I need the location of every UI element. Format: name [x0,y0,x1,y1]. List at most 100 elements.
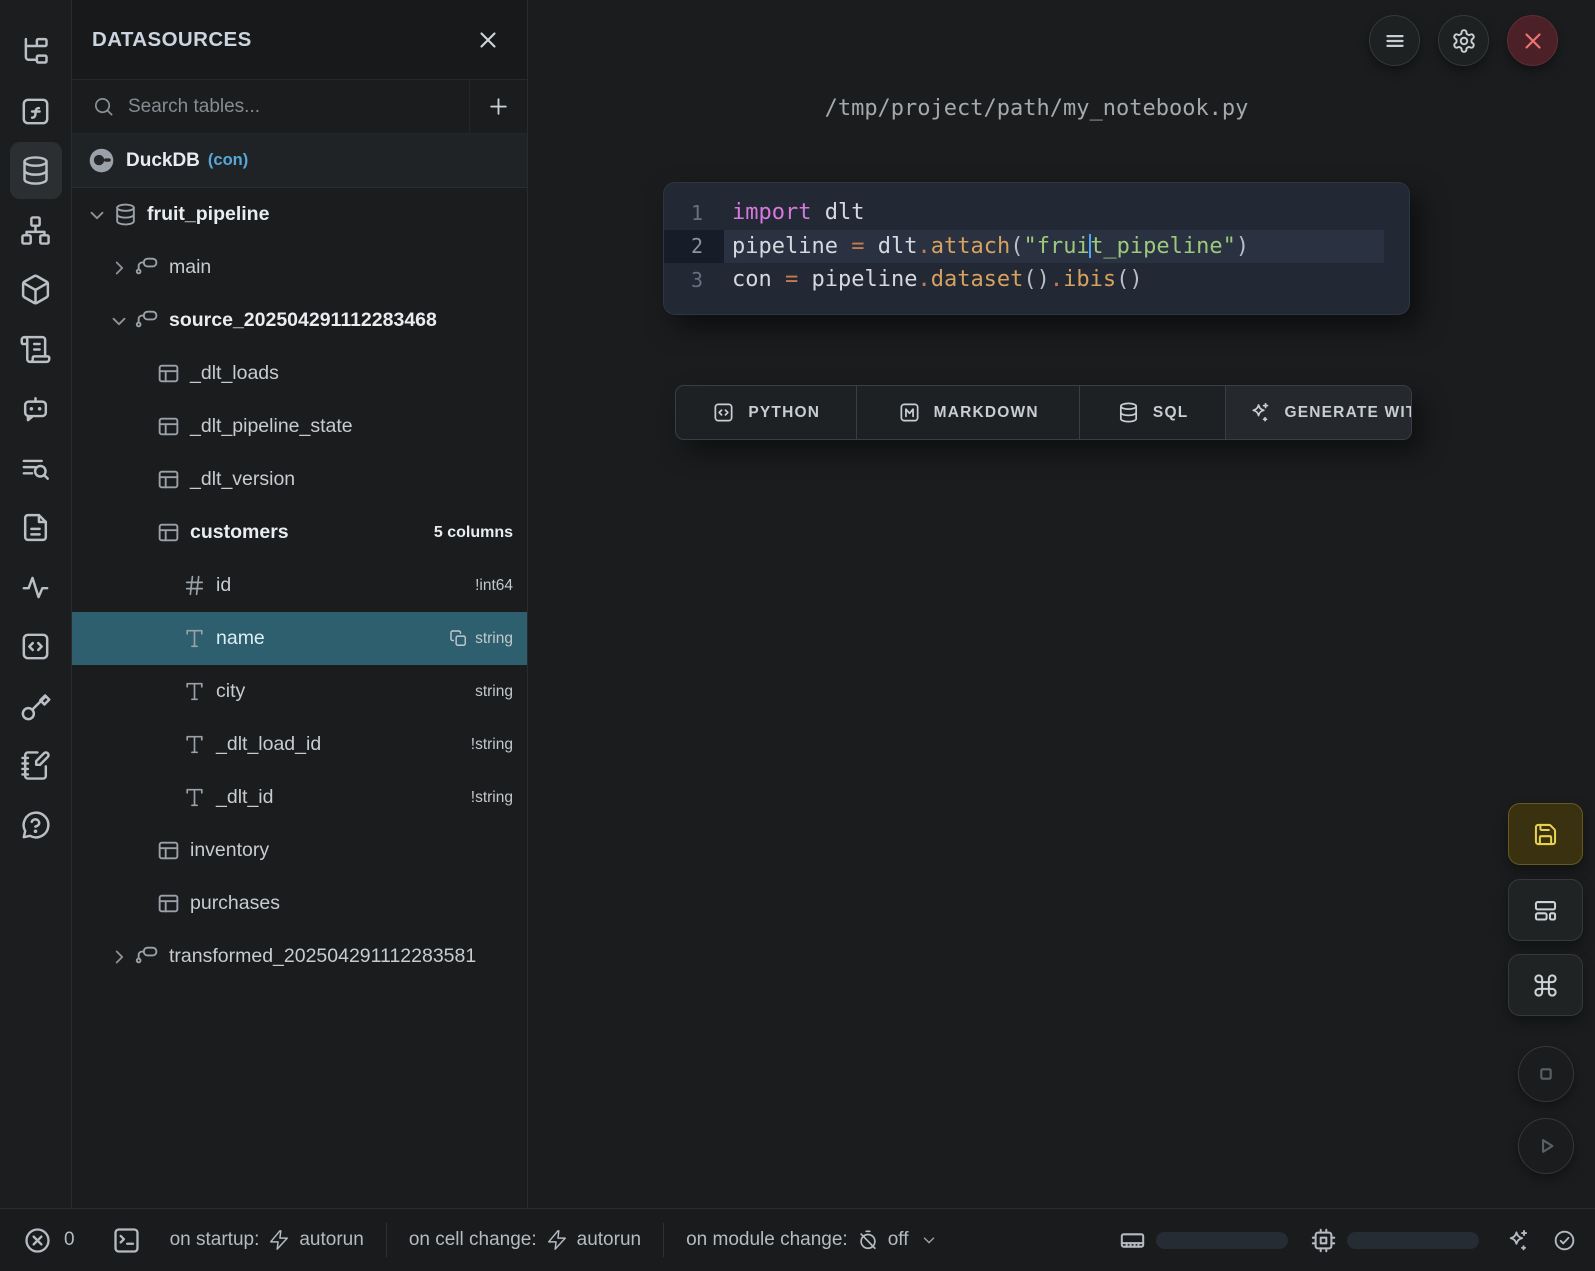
connection-row[interactable]: DuckDB (con) [72,134,527,188]
table-icon [156,520,181,545]
rail-item-chat[interactable] [0,379,72,439]
function-square-icon [19,95,52,128]
status-label: on cell change: [409,1229,537,1251]
connection-name: DuckDB [126,150,200,172]
schema-icon [135,944,160,969]
box-icon [19,273,52,306]
chevron-right-icon[interactable] [108,946,130,968]
tree-row-_dlt_id[interactable]: _dlt_id!string [72,771,527,824]
add-cell-generate-button[interactable]: GENERATE WIT [1226,386,1411,439]
add-cell-sql-button[interactable]: SQL [1080,386,1227,439]
status-bar: 0 on startup:autorun on cell change: autor… [0,1208,1595,1271]
menu-button[interactable] [1369,15,1420,66]
plus-icon [486,94,511,119]
table-icon [156,467,181,492]
save-button[interactable] [1508,803,1583,865]
status-divider [386,1223,387,1257]
datasources-panel: DATASOURCES DuckDB (con) fruit_pipelinem… [72,0,528,1208]
rail-item-logs[interactable] [0,439,72,499]
status-on-module-change[interactable]: on module change:off [686,1229,937,1251]
code-cell-editor[interactable]: 1import dlt2pipeline = dlt.attach("fruit… [663,182,1410,315]
health-circle-check-icon[interactable] [1552,1228,1577,1253]
tree-row-label: inventory [190,839,269,862]
close-panel-icon[interactable] [475,27,501,53]
tree-row-source_202504291112283468[interactable]: source_202504291112283468 [72,294,527,347]
chevron-right-icon[interactable] [108,257,130,279]
add-cell-python-button[interactable]: PYTHON [676,386,857,439]
tree-row-_dlt_pipeline_state[interactable]: _dlt_pipeline_state [72,400,527,453]
tree-row-label: id [216,574,231,597]
side-action-buttons [1508,803,1583,1174]
rail-item-scratchpad[interactable] [0,320,72,380]
code-line-3[interactable]: 3con = pipeline.dataset().ibis() [664,263,1409,297]
status-label: on startup: [170,1229,260,1251]
rail-item-dependencies[interactable] [0,201,72,261]
rail-item-tracing[interactable] [0,558,72,618]
schema-tree: fruit_pipelinemain source_202504291112283… [72,188,527,983]
tree-row-inventory[interactable]: inventory [72,824,527,877]
status-on-cell-change[interactable]: on cell change: autorun [409,1229,641,1251]
tree-row-_dlt_version[interactable]: _dlt_version [72,453,527,506]
error-count: 0 [64,1229,75,1251]
panel-header: DATASOURCES [72,0,527,80]
rail-item-documentation[interactable] [0,498,72,558]
tree-row-id[interactable]: id!int64 [72,559,527,612]
tree-row-label: _dlt_version [190,468,295,491]
terminal-icon[interactable] [111,1225,142,1256]
rail-item-secrets[interactable] [0,677,72,737]
rail-item-snippets[interactable] [0,617,72,677]
database-icon [19,154,52,187]
ai-sparkles-icon[interactable] [1505,1228,1530,1253]
rail-item-datasources[interactable] [0,141,72,201]
code-line-1[interactable]: 1import dlt [664,196,1409,230]
search-input[interactable] [128,96,469,118]
error-indicator[interactable]: 0 [22,1225,75,1256]
run-button[interactable] [1518,1118,1574,1174]
menu-icon [1382,28,1408,54]
status-value: autorun [577,1229,641,1251]
rail-item-file-tree[interactable] [0,22,72,82]
settings-button[interactable] [1438,15,1489,66]
code-line-2[interactable]: 2pipeline = dlt.attach("fruit_pipeline") [664,230,1409,264]
close-icon [1520,28,1546,54]
chevron-down-icon[interactable] [86,204,108,226]
activity-bar [0,0,72,1208]
file-text-icon [19,511,52,544]
rail-item-help[interactable] [0,796,72,856]
tree-row-customers[interactable]: customers5 columns [72,506,527,559]
shortcuts-button[interactable] [1508,954,1583,1016]
status-on-startup[interactable]: on startup:autorun [170,1229,364,1251]
chevron-down-icon[interactable] [108,310,130,332]
add-datasource-button[interactable] [469,80,527,133]
status-divider [663,1223,664,1257]
rail-item-notebook[interactable] [0,736,72,796]
hash-icon [182,573,207,598]
tree-row-label: _dlt_load_id [216,733,321,756]
key-icon [19,690,52,723]
cell-button-label: PYTHON [748,404,820,422]
copy-icon[interactable] [449,629,468,648]
tree-row-transformed_202504291112283581[interactable]: transformed_202504291112283581 [72,930,527,983]
tree-row-label: _dlt_loads [190,362,279,385]
tree-row-main[interactable]: main [72,241,527,294]
tree-row-fruit_pipeline[interactable]: fruit_pipeline [72,188,527,241]
rail-item-packages[interactable] [0,260,72,320]
shutdown-button[interactable] [1507,15,1558,66]
tree-row-_dlt_loads[interactable]: _dlt_loads [72,347,527,400]
add-cell-markdown-button[interactable]: MARKDOWN [857,386,1079,439]
tree-row-name[interactable]: namestring [72,612,527,665]
cpu-meter [1310,1227,1479,1254]
tree-row-label: city [216,680,245,703]
tree-row-purchases[interactable]: purchases [72,877,527,930]
stop-button[interactable] [1518,1046,1574,1102]
tree-row-_dlt_load_id[interactable]: _dlt_load_id!string [72,718,527,771]
schema-icon [135,255,160,280]
tree-row-label: source_202504291112283468 [169,309,437,332]
tree-row-label: fruit_pipeline [147,203,269,226]
memory-icon [1119,1227,1146,1254]
tree-row-city[interactable]: citystring [72,665,527,718]
table-icon [156,414,181,439]
layout-button[interactable] [1508,879,1583,941]
rail-item-functions[interactable] [0,82,72,142]
line-number: 2 [664,230,724,264]
